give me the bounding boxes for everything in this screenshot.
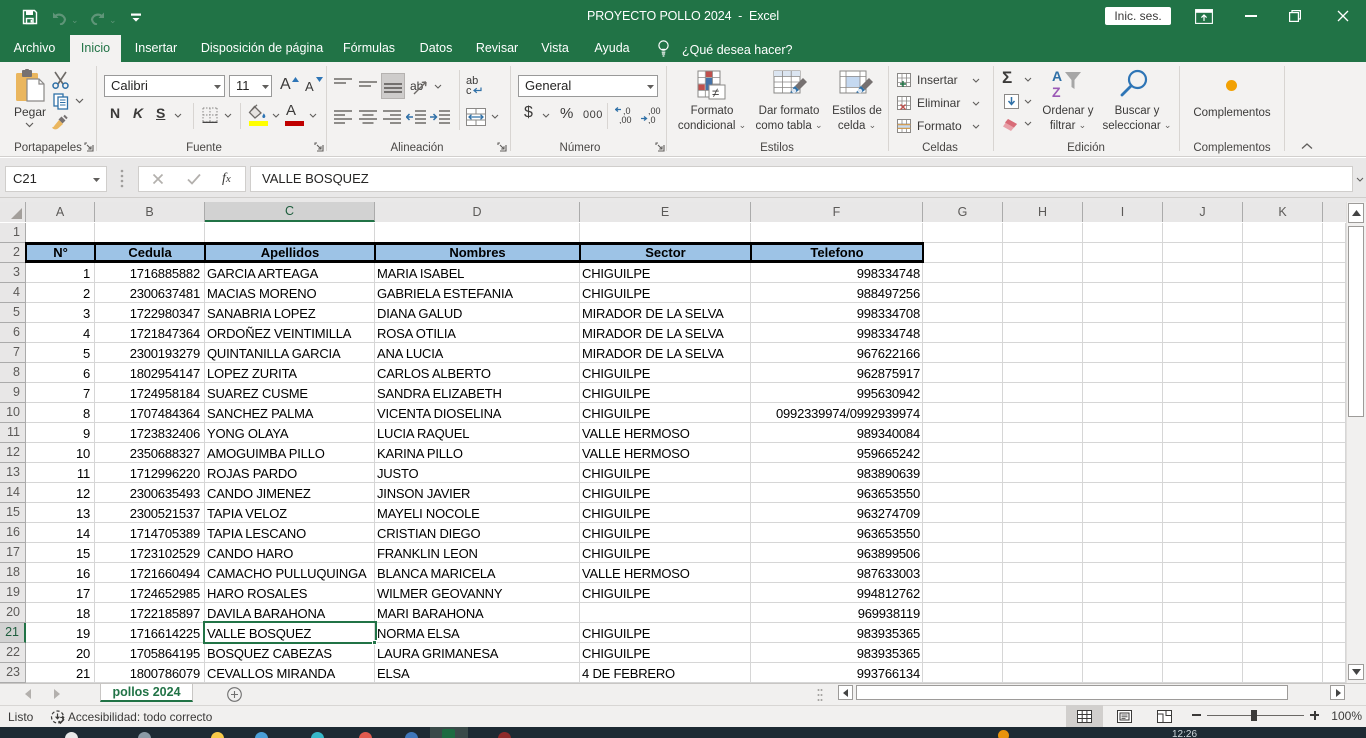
svg-text:A: A [1052, 68, 1062, 84]
svg-text:≠: ≠ [712, 85, 719, 100]
svg-text:,00: ,00 [619, 115, 632, 124]
svg-text:Z: Z [1052, 84, 1061, 100]
svg-text:c: c [466, 85, 472, 95]
svg-text:,0: ,0 [648, 115, 656, 124]
